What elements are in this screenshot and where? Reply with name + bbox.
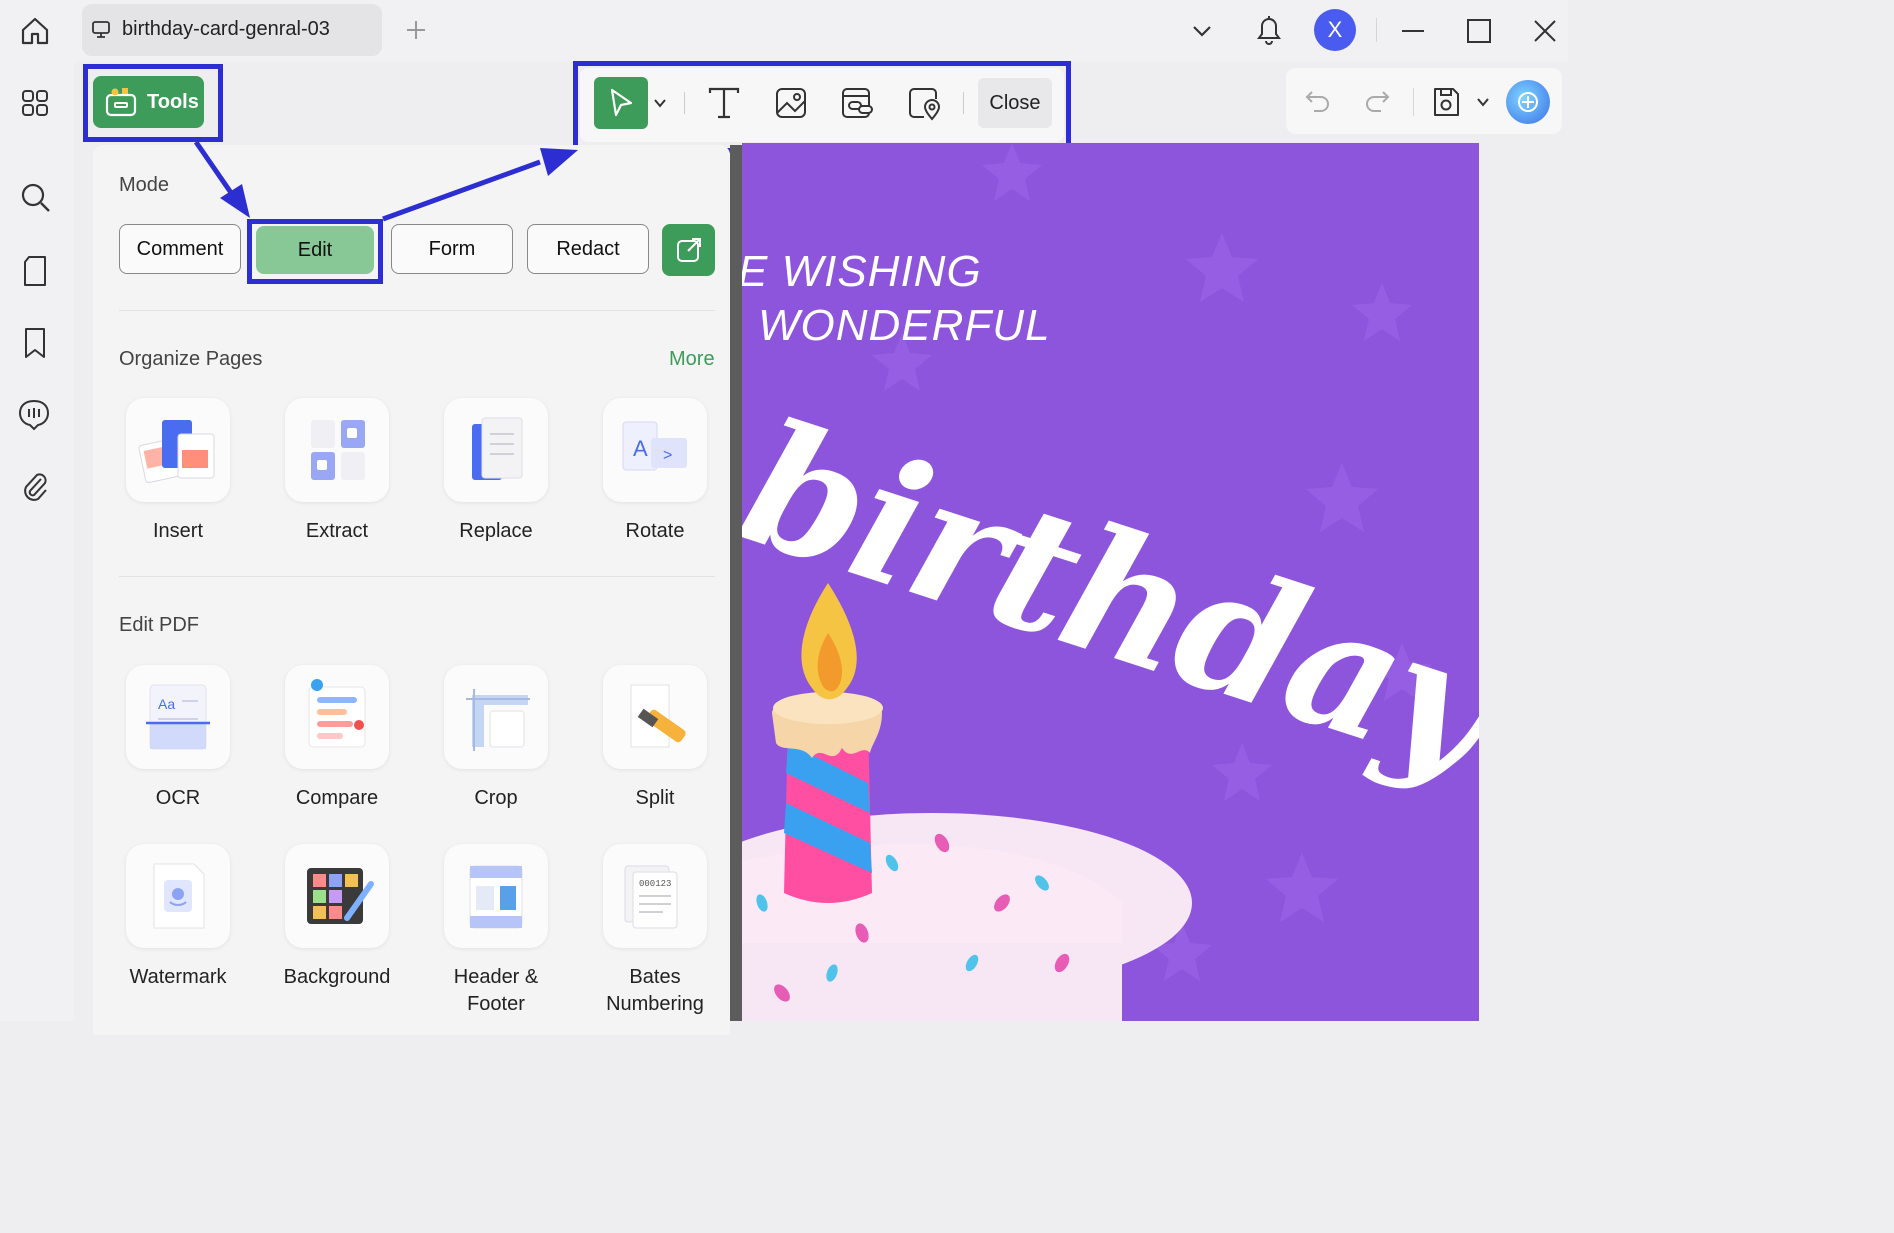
birthday-card-page: E WISHING WONDERFUL birthday [742,143,1479,1021]
card-text-line2: WONDERFUL [758,301,1051,351]
document-separator [730,145,742,1021]
document-margin [1479,143,1568,1021]
card-text-line1: E WISHING [742,247,982,297]
